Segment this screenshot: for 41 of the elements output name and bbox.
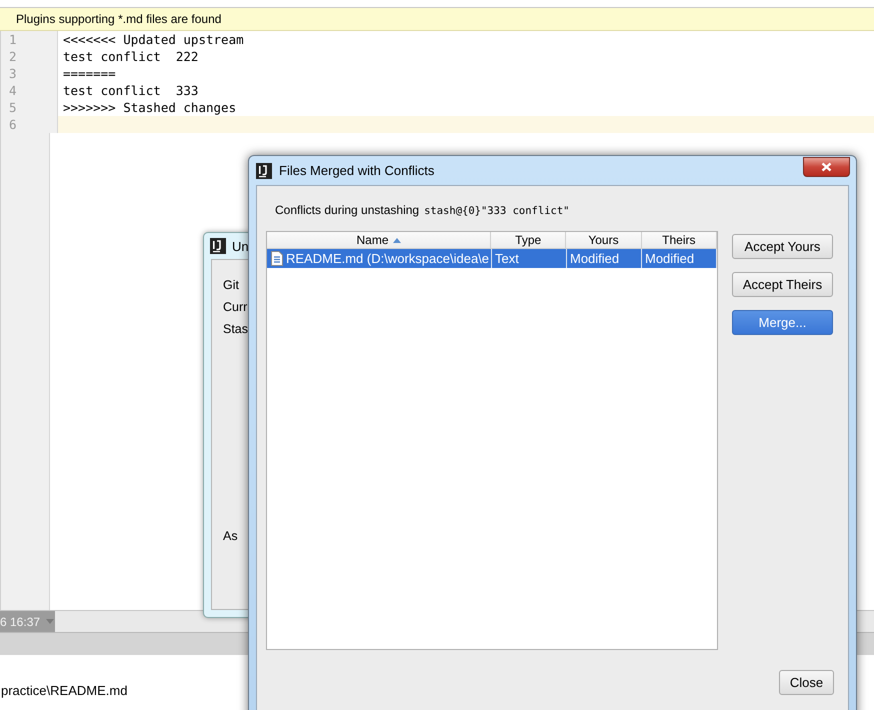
window-title: Un [232,238,249,254]
window-title: Files Merged with Conflicts [279,163,434,178]
action-button[interactable]: Merge... [732,310,833,335]
dialog-label: Git [223,277,240,293]
close-icon [821,162,832,172]
line-number: 1 [0,31,58,48]
line-number: 2 [0,48,58,65]
timestamp-text: 6 16:37 [0,614,40,628]
column-header[interactable]: Theirs [642,232,717,248]
table-cell: Modified [570,251,620,266]
message-text: Conflicts during unstashing [275,203,420,217]
dialog-label: As [223,529,238,543]
app-icon [256,162,272,178]
stash-ref-text: stash@{0}"333 conflict" [424,205,570,217]
dropdown-icon [46,619,54,624]
close-button[interactable] [803,157,850,177]
file-path-text: practice\README.md [1,683,128,698]
column-header[interactable]: Type [491,232,566,248]
document-icon [271,251,283,266]
code-text: ======= [62,66,116,81]
code-text: <<<<<<< Updated upstream [62,32,244,47]
code-text: >>>>>>> Stashed changes [62,100,236,115]
line-number: 4 [0,82,58,99]
table-cell: Text [495,251,519,266]
code-text: test conflict 333 [62,83,198,98]
code-text: test conflict 222 [62,49,198,64]
action-button[interactable]: Accept Theirs [732,272,833,297]
line-number: 6 [0,116,58,133]
table-cell: README.md (D:\workspace\idea\e [286,251,490,266]
line-number: 3 [0,65,58,82]
app-icon [210,238,226,254]
line-number: 5 [0,99,58,116]
action-button[interactable]: Accept Yours [732,234,833,259]
close-button[interactable]: Close [779,670,834,695]
notification-text: Plugins supporting *.md files are found [16,12,222,26]
table-row[interactable]: README.md (D:\workspace\idea\e Text Modified Modified [267,249,717,268]
column-header[interactable]: Name [267,232,491,248]
dialog-label: Curr [223,299,248,315]
table-cell: Modified [645,251,694,266]
column-header[interactable]: Yours [566,232,642,248]
dialog-label: Stas [223,321,250,337]
